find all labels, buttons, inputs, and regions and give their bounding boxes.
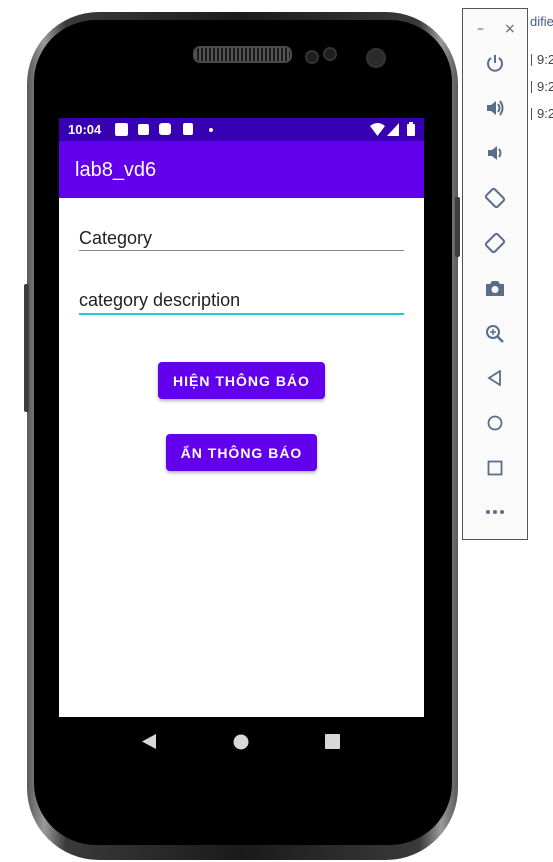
- back-button[interactable]: [463, 370, 527, 386]
- notification-a-icon: [138, 124, 149, 135]
- overview-button[interactable]: [463, 460, 527, 476]
- power-side-button: [455, 197, 460, 257]
- category-field[interactable]: Category: [79, 224, 404, 254]
- home-icon: [487, 415, 503, 431]
- rotate-right-button[interactable]: [463, 232, 527, 254]
- rotate-right-icon: [484, 232, 506, 254]
- sensor-dot: [323, 47, 337, 61]
- minimize-button[interactable]: –: [477, 21, 484, 37]
- background-tick: [531, 54, 532, 66]
- hide-notification-button[interactable]: ẨN THÔNG BÁO: [166, 434, 317, 471]
- home-button[interactable]: [463, 415, 527, 431]
- category-field-text: Category: [79, 228, 153, 248]
- wifi-icon: [370, 123, 385, 136]
- earpiece-speaker: [193, 46, 292, 63]
- show-notification-button[interactable]: HIỆN THÔNG BÁO: [158, 362, 325, 399]
- status-bar: 10:04: [59, 118, 424, 141]
- device-screen: 10:04 lab8_vd6 Category category descrip…: [59, 118, 424, 766]
- emulator-toolbar: – ×: [462, 8, 528, 540]
- dot-icon: [209, 128, 213, 132]
- back-icon: [487, 370, 501, 386]
- background-time: 9:2: [537, 106, 553, 121]
- volume-down-icon: [488, 146, 502, 160]
- zoom-icon: [486, 325, 504, 343]
- home-circle-icon[interactable]: [233, 734, 249, 750]
- more-dots-icon: [486, 510, 504, 514]
- overview-icon: [487, 460, 503, 476]
- background-header-text: difie: [530, 14, 553, 29]
- zoom-button[interactable]: [463, 324, 527, 344]
- back-triangle-icon[interactable]: [142, 734, 156, 749]
- navigation-bar: [59, 717, 424, 766]
- volume-up-button[interactable]: [463, 98, 527, 118]
- status-time: 10:04: [68, 122, 102, 137]
- background-time: 9:2: [537, 79, 553, 94]
- volume-rocker: [24, 284, 29, 412]
- notification-p-icon: [159, 123, 171, 135]
- power-button[interactable]: [463, 53, 527, 73]
- background-tick: [531, 108, 532, 120]
- signal-icon: [387, 123, 399, 136]
- power-icon: [487, 55, 503, 72]
- proximity-sensor: [305, 50, 319, 64]
- rotate-left-icon: [484, 187, 506, 209]
- close-button[interactable]: ×: [504, 21, 516, 37]
- more-button[interactable]: [463, 509, 527, 515]
- screenshot-button[interactable]: [463, 279, 527, 297]
- notification-square-icon: [115, 123, 128, 136]
- description-field-text: category description: [79, 290, 241, 310]
- app-toolbar: lab8_vd6: [59, 141, 424, 198]
- recents-square-icon[interactable]: [325, 734, 340, 749]
- rotate-left-button[interactable]: [463, 187, 527, 209]
- description-field[interactable]: category description: [79, 286, 404, 316]
- front-camera: [366, 48, 386, 68]
- background-time: 9:2: [537, 52, 553, 67]
- background-tick: [531, 81, 532, 93]
- description-field-underline: [79, 313, 404, 315]
- camera-icon: [486, 281, 504, 296]
- app-title: lab8_vd6: [75, 159, 157, 181]
- sd-card-icon: [183, 123, 193, 135]
- category-field-underline: [79, 250, 404, 251]
- volume-down-button[interactable]: [463, 143, 527, 163]
- battery-icon: [407, 122, 415, 136]
- volume-up-icon: [487, 100, 504, 116]
